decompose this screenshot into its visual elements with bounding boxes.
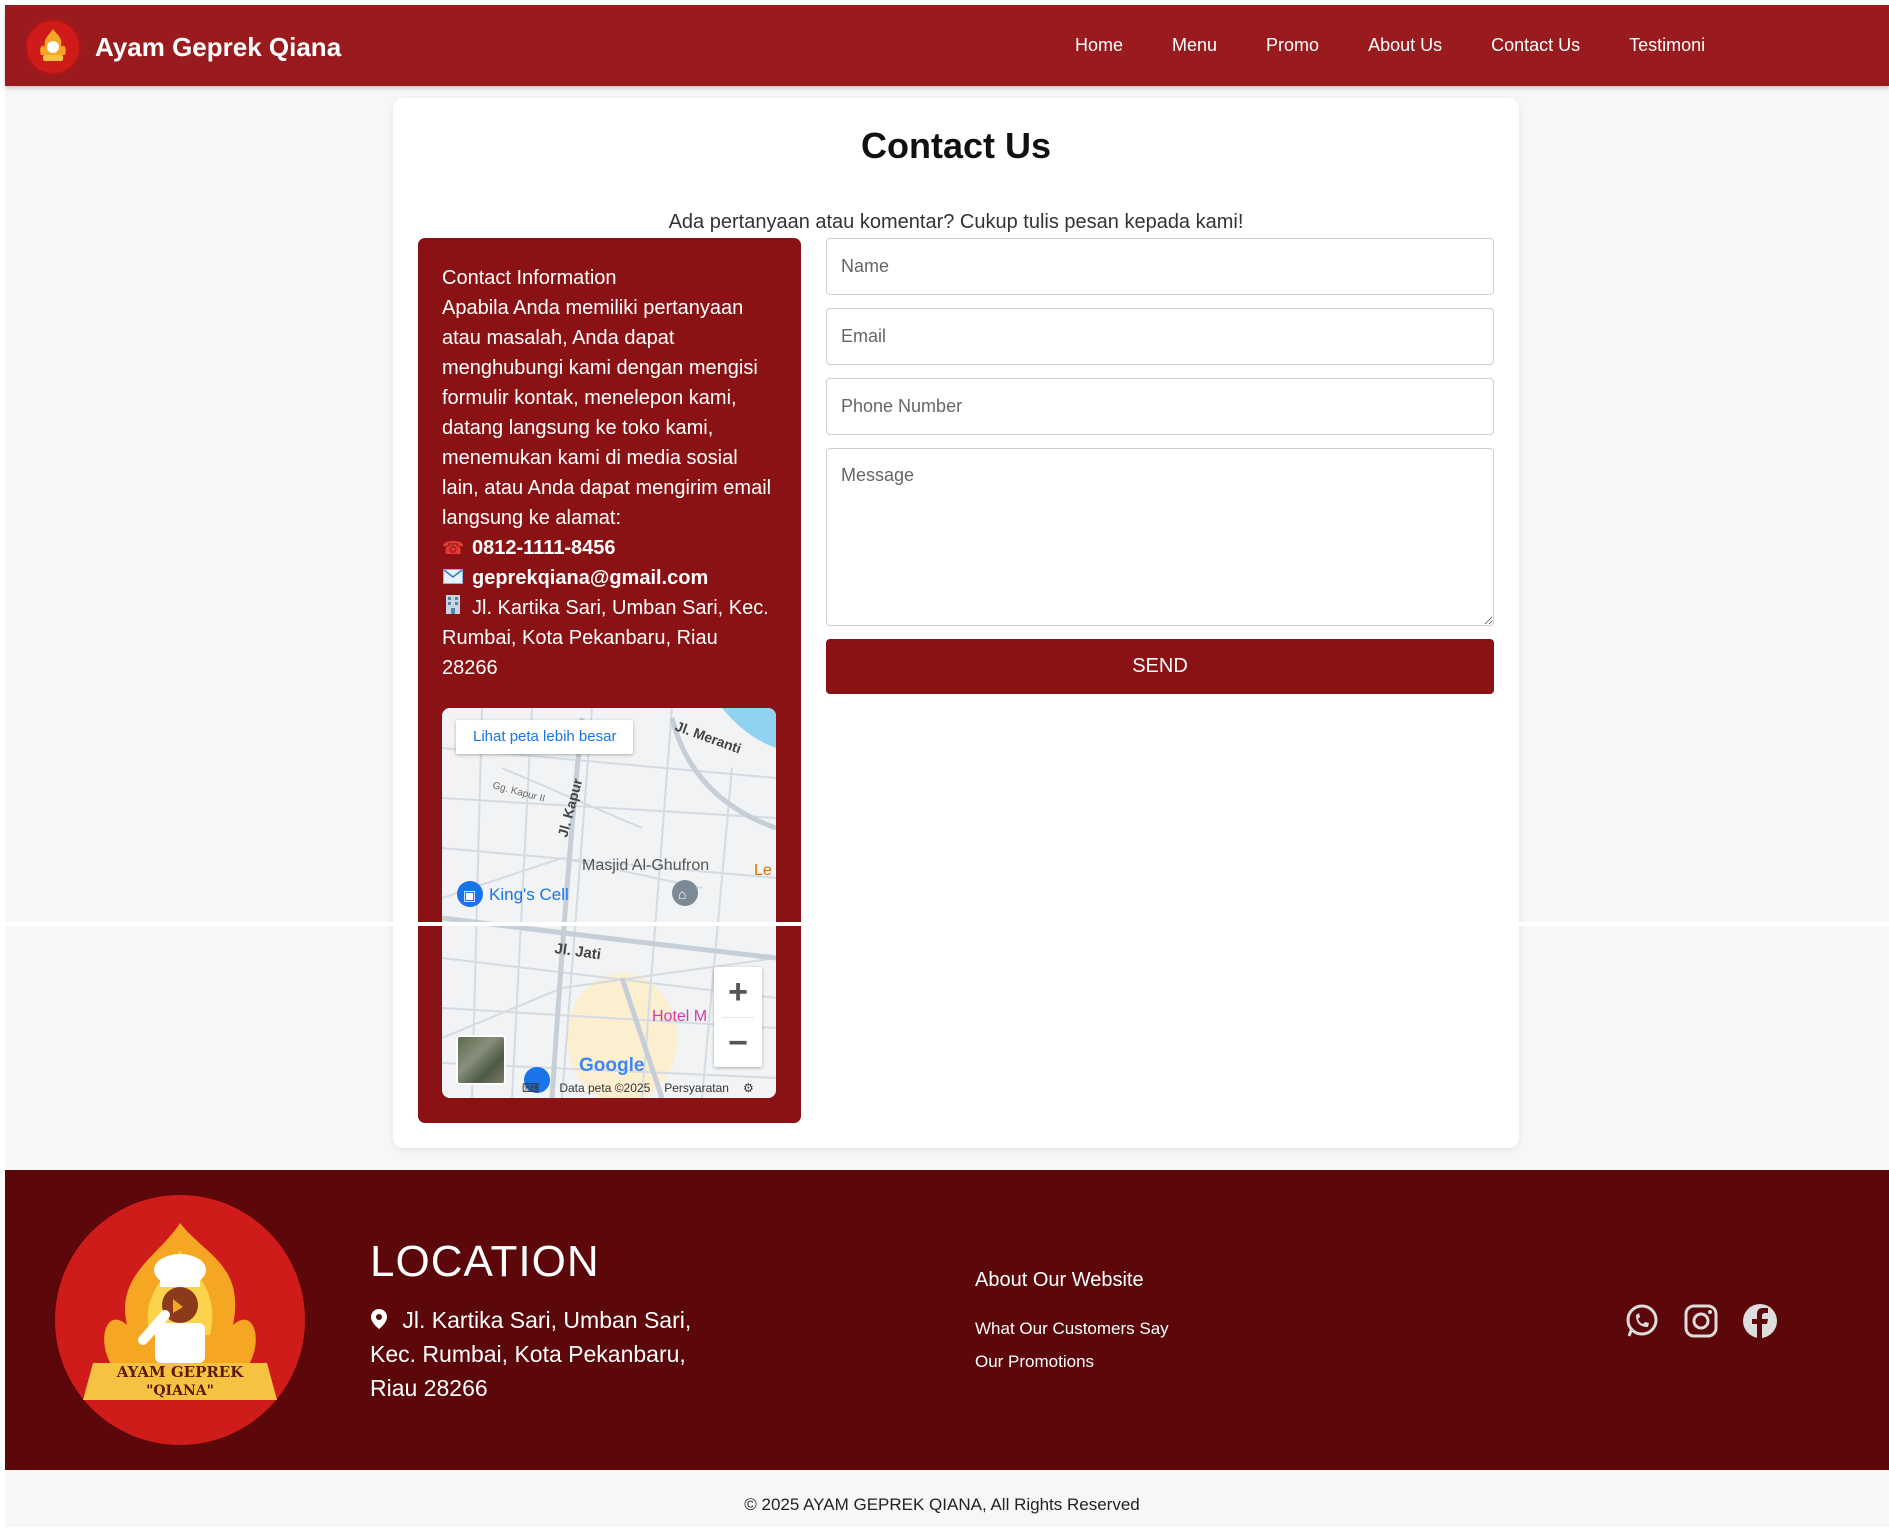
email-address[interactable]: geprekqiana@gmail.com: [472, 567, 708, 589]
phone-number[interactable]: 0812-1111-8456: [472, 537, 616, 559]
contact-card: Contact Us Ada pertanyaan atau komentar?…: [393, 98, 1519, 1148]
chef-chicken-logo-icon: AYAM GEPREK "QIANA": [83, 1223, 277, 1400]
map-terms-link[interactable]: Persyaratan: [664, 1081, 729, 1095]
name-input[interactable]: [826, 238, 1494, 295]
email-icon: [442, 563, 464, 593]
nav-contact-us[interactable]: Contact Us: [1491, 35, 1580, 56]
view-larger-map-link[interactable]: Lihat peta lebih besar: [456, 720, 634, 754]
location-pin-icon: [370, 1307, 402, 1333]
location-title: LOCATION: [370, 1237, 600, 1286]
google-logo: Google: [579, 1055, 644, 1077]
address-text: Jl. Kartika Sari, Umban Sari, Kec. Rumba…: [442, 597, 769, 679]
email-input[interactable]: [826, 308, 1494, 365]
brand-logo-icon: [25, 19, 81, 75]
page-title: Contact Us: [860, 125, 1052, 166]
address-row: Jl. Kartika Sari, Umban Sari, Kec. Rumba…: [442, 593, 777, 683]
promotions-link[interactable]: Our Promotions: [975, 1352, 1094, 1372]
email-row: geprekqiana@gmail.com: [442, 563, 777, 593]
mosque-icon: ⌂: [678, 886, 686, 902]
map-label-masjid: Masjid Al-Ghufron: [582, 857, 709, 874]
contact-form: SEND: [826, 238, 1494, 694]
about-website-title: About Our Website: [975, 1269, 1144, 1291]
screenshot-seam: [0, 922, 1889, 926]
map-settings-icon[interactable]: ⚙: [743, 1081, 754, 1095]
location-address-text: Jl. Kartika Sari, Umban Sari, Kec. Rumba…: [370, 1307, 692, 1401]
zoom-out-button[interactable]: −: [714, 1018, 762, 1068]
nav-home[interactable]: Home: [1075, 35, 1123, 56]
map-data-text: Data peta ©2025: [559, 1081, 651, 1095]
whatsapp-icon[interactable]: [1623, 1302, 1661, 1340]
footer: AYAM GEPREK "QIANA" LOCATION Jl. Kartika…: [5, 1170, 1889, 1470]
page: Ayam Geprek Qiana Home Menu Promo About …: [5, 5, 1889, 1527]
map-label-kings-cell: King's Cell: [489, 885, 569, 904]
embedded-map[interactable]: Jl. Meranti Jl. Kapur Gg. Kapur II Masji…: [442, 708, 776, 1098]
phone-input[interactable]: [826, 378, 1494, 435]
map-attribution: ⌨ Data peta ©2025 Persyaratan ⚙: [522, 1078, 776, 1098]
location-address: Jl. Kartika Sari, Umban Sari, Kec. Rumba…: [370, 1303, 710, 1405]
keyboard-icon[interactable]: ⌨: [522, 1081, 539, 1095]
footer-logo-text-1: AYAM GEPREK: [116, 1363, 245, 1381]
map-label-hotel: Hotel M: [652, 1008, 707, 1025]
nav-menu-link[interactable]: Menu: [1172, 35, 1217, 56]
nav-testimoni[interactable]: Testimoni: [1629, 35, 1705, 56]
instagram-icon[interactable]: [1682, 1302, 1720, 1340]
zoom-in-button[interactable]: +: [714, 967, 762, 1017]
customers-say-link[interactable]: What Our Customers Say: [975, 1319, 1169, 1339]
satellite-toggle[interactable]: [456, 1035, 506, 1085]
send-button[interactable]: SEND: [826, 639, 1494, 694]
map-label-partial: Le: [754, 862, 772, 879]
brand-name: Ayam Geprek Qiana: [95, 31, 342, 62]
nav-about-us[interactable]: About Us: [1368, 35, 1442, 56]
nav-menu: Home Menu Promo About Us Contact Us Test…: [1075, 5, 1754, 86]
phone-icon: ☎: [442, 538, 465, 558]
message-textarea[interactable]: [826, 448, 1494, 626]
brand[interactable]: Ayam Geprek Qiana: [25, 19, 341, 75]
phone-row: ☎ 0812-1111-8456: [442, 533, 777, 563]
copyright: © 2025 AYAM GEPREK QIANA, All Rights Res…: [744, 1495, 1140, 1514]
info-body: Apabila Anda memiliki pertanyaan atau ma…: [442, 297, 772, 529]
facebook-icon[interactable]: [1741, 1302, 1779, 1340]
google-logo-text: Google: [579, 1055, 645, 1076]
footer-logo: AYAM GEPREK "QIANA": [55, 1195, 305, 1445]
contact-info-panel: Contact Information Apabila Anda memilik…: [418, 238, 801, 1123]
building-icon: [442, 593, 464, 623]
navbar: Ayam Geprek Qiana Home Menu Promo About …: [5, 5, 1889, 86]
nav-promo[interactable]: Promo: [1266, 35, 1319, 56]
shop-pin-icon: ▣: [463, 887, 476, 903]
footer-logo-text-2: "QIANA": [146, 1383, 214, 1399]
info-heading: Contact Information: [442, 267, 617, 289]
page-subtitle: Ada pertanyaan atau komentar? Cukup tuli…: [668, 211, 1244, 233]
zoom-controls: + −: [714, 967, 762, 1067]
